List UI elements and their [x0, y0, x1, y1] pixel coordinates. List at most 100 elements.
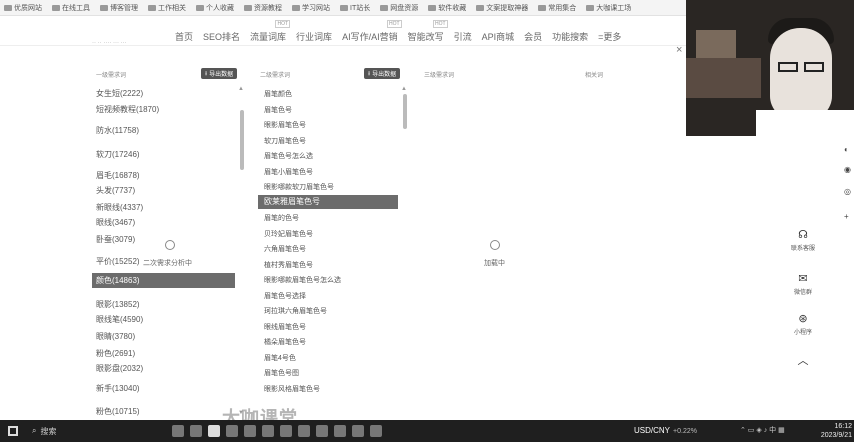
customer-service-button[interactable]: ☊ 联系客服 — [783, 228, 823, 252]
col2-list-item[interactable]: 橘朵眉笔色号 — [264, 337, 306, 347]
taskbar-clock[interactable]: 16:12 2023/9/21 — [814, 422, 852, 440]
col2-list-item[interactable]: 眼影风格眉笔色号 — [264, 384, 320, 394]
nav-item[interactable]: 首页 — [175, 30, 193, 43]
close-icon[interactable]: × — [676, 44, 682, 56]
col1-list-item[interactable]: 卧蚕(3079) — [96, 234, 135, 245]
col2-list-item[interactable]: 眉笔4号色 — [264, 353, 296, 363]
bookmark-item[interactable]: 博客管理 — [100, 3, 138, 13]
col1-list-item[interactable]: 头发(7737) — [96, 185, 135, 196]
app-icon[interactable] — [352, 425, 364, 437]
mini-program-button[interactable]: ⊛ 小程序 — [783, 312, 823, 336]
bookmark-item[interactable]: 工作相关 — [148, 3, 186, 13]
nav-item[interactable]: SEO排名 — [203, 30, 240, 43]
col1-list-item[interactable]: 眼影(13852) — [96, 299, 140, 310]
col1-list-item[interactable]: 女生短(2222) — [96, 88, 143, 99]
edge-tool-icon[interactable]: ◐ — [844, 145, 849, 154]
app-icon[interactable] — [244, 425, 256, 437]
app-icon[interactable] — [262, 425, 274, 437]
nav-item[interactable]: 会员 — [524, 30, 542, 43]
col2-list-item[interactable]: 珂拉琪六角眉笔色号 — [264, 306, 327, 316]
currency-ticker[interactable]: USD/CNY +0.22% — [634, 426, 697, 435]
col1-list-item[interactable]: 眼影盘(2032) — [96, 363, 143, 374]
col2-list-item[interactable]: 软刀眉笔色号 — [264, 136, 306, 146]
nav-item[interactable]: 引流 — [454, 30, 472, 43]
app-icon[interactable] — [316, 425, 328, 437]
col2-list-item[interactable]: 眉笔色号选择 — [264, 291, 306, 301]
col1-list-item[interactable]: 防水(11758) — [96, 125, 139, 136]
col1-list-item[interactable]: 粉色(2691) — [96, 348, 135, 359]
col2-list-item[interactable]: 贝玲妃眉笔色号 — [264, 229, 313, 239]
col1-list-item[interactable]: 颜色(14863) — [92, 273, 235, 288]
nav-item[interactable]: 行业词库 — [296, 30, 332, 43]
col1-list-item[interactable]: 眼睛(3780) — [96, 331, 135, 342]
col2-export-button[interactable]: ⭳ 导出数据 — [364, 68, 401, 79]
bookmark-item[interactable]: 在线工具 — [52, 3, 90, 13]
col2-scrollbar[interactable] — [403, 94, 407, 129]
col2-list-item[interactable]: 眉笔色号怎么选 — [264, 151, 313, 161]
app-icon[interactable] — [370, 425, 382, 437]
bookmark-item[interactable]: 优质网站 — [4, 3, 42, 13]
nav-item[interactable]: 流量词库 HOT — [250, 20, 291, 43]
app-icon[interactable] — [172, 425, 184, 437]
app-icon[interactable] — [280, 425, 292, 437]
nav-item[interactable]: API商城 — [482, 30, 515, 43]
col2-list-item[interactable]: 眼线眉笔色号 — [264, 322, 306, 332]
col2-list-item[interactable]: 眉笔小眉笔色号 — [264, 167, 313, 177]
col3-loading-text: 加载中 — [484, 260, 505, 267]
col2-list-item[interactable]: 六角眉笔色号 — [264, 244, 306, 254]
scroll-up-icon[interactable]: ▲ — [401, 86, 407, 92]
col1-export-button[interactable]: ⭳ 导出数据 — [201, 68, 238, 79]
bookmark-item[interactable]: 个人收藏 — [196, 3, 234, 13]
app-icon[interactable] — [334, 425, 346, 437]
folder-icon — [292, 4, 300, 11]
windows-start-icon[interactable] — [8, 426, 18, 436]
taskbar: ⌕ 搜索 USD/CNY +0.22% ⌃ ▭ ◈ ♪ 中 ▦ 16:12 202… — [0, 420, 854, 442]
nav-item[interactable]: 功能搜索 — [552, 30, 588, 43]
system-tray[interactable]: ⌃ ▭ ◈ ♪ 中 ▦ — [740, 425, 785, 435]
col2-list-item[interactable]: 眼影眉笔色号 — [264, 120, 306, 130]
nav-item[interactable]: AI写作/AI营销 HOT — [342, 20, 402, 43]
edge-tool-icon[interactable]: ◎ — [844, 187, 851, 196]
nav-item[interactable]: =更多 — [598, 30, 621, 43]
nav-item[interactable]: 智能改写 HOT — [408, 20, 448, 43]
chat-group-button[interactable]: ✉ 微信群 — [783, 272, 823, 296]
col1-list-item[interactable]: 粉色(10715) — [96, 406, 140, 417]
app-icon[interactable] — [298, 425, 310, 437]
col2-list-item[interactable]: 眉笔的色号 — [264, 213, 299, 223]
col1-list-item[interactable]: 软刀(17246) — [96, 149, 140, 160]
browser-icon[interactable] — [208, 425, 220, 437]
col2-list-item[interactable]: 眉笔色号图 — [264, 368, 299, 378]
folder-icon — [148, 4, 156, 11]
col1-list-item[interactable]: 眼线(3467) — [96, 217, 135, 228]
bookmark-item[interactable]: IT站长 — [340, 3, 370, 13]
bookmark-item[interactable]: 大咖课工场 — [586, 3, 631, 13]
col2-list-item[interactable]: 眼影哪款软刀眉笔色号 — [264, 182, 334, 192]
col1-list-item[interactable]: 新眼线(4337) — [96, 202, 143, 213]
bookmark-item[interactable]: 软件收藏 — [428, 3, 466, 13]
app-icon[interactable] — [226, 425, 238, 437]
bookmark-item[interactable]: 网盘资源 — [380, 3, 418, 13]
bookmark-item[interactable]: 学习网站 — [292, 3, 330, 13]
bookmark-item[interactable]: 文案提取神器 — [476, 3, 528, 13]
edge-add-icon[interactable]: + — [844, 212, 849, 221]
col1-list-item[interactable]: 眼线笔(4590) — [96, 314, 143, 325]
taskbar-search[interactable]: ⌕ 搜索 — [32, 426, 142, 437]
col2-list-item[interactable]: 眼影哪款眉笔色号怎么选 — [264, 275, 341, 285]
col1-list-item[interactable]: 短视频教程(1870) — [96, 104, 159, 115]
folder-icon — [476, 4, 485, 11]
bookmark-item[interactable]: 常用集合 — [538, 3, 576, 13]
col2-list-item[interactable]: 欧莱雅眉笔色号 — [258, 194, 398, 209]
app-icon[interactable] — [190, 425, 202, 437]
col1-scrollbar[interactable] — [240, 110, 244, 170]
col2-list-item[interactable]: 植村秀眉笔色号 — [264, 260, 313, 270]
col2-list-item[interactable]: 眉笔颜色 — [264, 89, 292, 99]
col1-list-item[interactable]: 眉毛(16878) — [96, 170, 140, 181]
edge-tool-icon[interactable]: ◉ — [844, 165, 851, 174]
back-to-top-button[interactable]: ︿ — [783, 352, 823, 370]
col1-list-item[interactable]: 平价(15252) — [96, 256, 140, 267]
scroll-up-icon[interactable]: ▲ — [238, 86, 244, 92]
folder-icon — [100, 4, 108, 11]
col1-list-item[interactable]: 新手(13040) — [96, 383, 140, 394]
bookmark-item[interactable]: 资源教程 — [244, 3, 282, 13]
col2-list-item[interactable]: 眉笔色号 — [264, 105, 292, 115]
